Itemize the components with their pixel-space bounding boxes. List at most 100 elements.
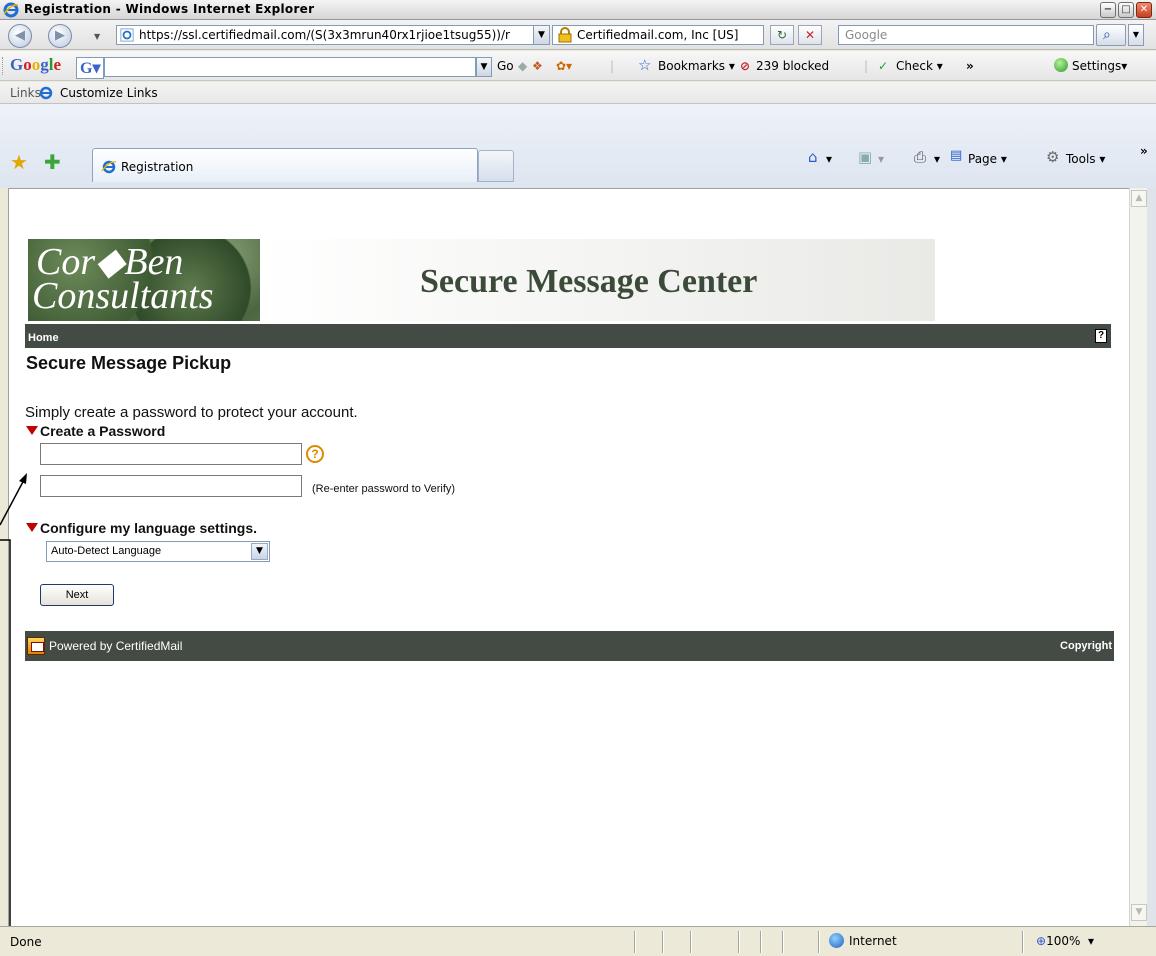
more-tools-chevron-icon[interactable]: » — [966, 59, 974, 73]
popup-blocker-icon: ⊘ — [740, 59, 751, 73]
check-menu[interactable]: Check ▾ — [896, 59, 943, 73]
collapse-triangle-icon — [26, 523, 38, 532]
print-icon[interactable]: ⎙ — [914, 148, 926, 166]
powered-by-text[interactable]: Powered by CertifiedMail — [49, 639, 182, 653]
page-title: Secure Message Pickup — [26, 353, 232, 373]
bookmark-star-icon[interactable]: ☆ — [638, 56, 651, 74]
favorites-star-icon[interactable]: ★ — [10, 150, 28, 174]
status-bar: Done Internet ⊕100% ▾ — [0, 926, 1156, 956]
security-report[interactable]: Certifiedmail.com, Inc [US] — [552, 25, 764, 45]
google-search-dropdown-icon[interactable]: ▼ — [476, 57, 492, 77]
vertical-scrollbar[interactable]: ▲ ▼ — [1129, 188, 1147, 926]
page-ie-icon — [120, 28, 134, 42]
add-favorite-icon[interactable]: ✚ — [44, 150, 61, 174]
scroll-down-icon[interactable]: ▼ — [1131, 904, 1147, 921]
password-help-icon[interactable]: ? — [306, 445, 324, 463]
google-g-menu[interactable]: G▾ — [76, 57, 105, 79]
home-dropdown-icon[interactable]: ▾ — [826, 152, 832, 166]
close-button[interactable]: ✕ — [1136, 2, 1152, 18]
address-dropdown-icon[interactable]: ▼ — [533, 26, 549, 44]
search-input[interactable]: Google — [838, 25, 1094, 45]
language-section-label: Configure my language settings. — [40, 520, 258, 536]
next-button[interactable]: Next — [40, 584, 114, 606]
refresh-button[interactable]: ↻ — [770, 25, 794, 45]
tools-menu[interactable]: Tools ▾ — [1066, 152, 1105, 166]
links-bar: Links Customize Links — [0, 82, 1156, 104]
bookmarks-label: Bookmarks — [658, 59, 726, 73]
blocked-count[interactable]: 239 blocked — [756, 59, 829, 73]
password-section-header[interactable]: Create a Password — [26, 423, 165, 439]
minimize-icon: − — [1103, 4, 1113, 15]
nav-home-link[interactable]: Home — [28, 332, 59, 344]
google-search-input[interactable] — [104, 57, 476, 77]
zone-label: Internet — [849, 934, 897, 948]
spellcheck-icon: ✓ — [878, 59, 889, 73]
print-dropdown-icon[interactable]: ▾ — [934, 152, 940, 166]
window-title: Registration - Windows Internet Explorer — [24, 2, 315, 16]
stop-button[interactable]: ✕ — [798, 25, 822, 45]
title-bar: Registration - Windows Internet Explorer… — [0, 0, 1156, 20]
google-go-button[interactable]: Go — [497, 59, 514, 73]
status-divider — [738, 931, 740, 953]
security-zone[interactable]: Internet — [829, 933, 897, 948]
zoom-control[interactable]: ⊕100% ▾ — [1036, 934, 1094, 948]
collapse-triangle-icon — [26, 426, 38, 435]
toolbar-grip[interactable] — [2, 57, 4, 75]
settings-menu[interactable]: Settings▾ — [1072, 59, 1127, 73]
language-select-value: Auto-Detect Language — [51, 545, 162, 557]
popup-icon[interactable]: ✿▾ — [556, 59, 572, 73]
feeds-icon[interactable]: ▣ — [858, 148, 872, 166]
help-icon[interactable]: ? — [1095, 329, 1107, 343]
home-icon[interactable]: ⌂ — [808, 148, 818, 166]
logo-text-line2: Consultants — [32, 275, 214, 317]
globe-icon — [829, 933, 844, 948]
window-frame-right — [1147, 188, 1156, 926]
forward-button[interactable]: ▶ — [48, 24, 72, 48]
search-options-dropdown-icon[interactable]: ▼ — [1128, 24, 1144, 46]
back-arrow-icon: ◀ — [15, 28, 25, 43]
minimize-button[interactable]: − — [1100, 2, 1116, 18]
language-select[interactable]: Auto-Detect Language ▼ — [46, 541, 270, 562]
stop-icon: ✕ — [804, 28, 816, 42]
url-text[interactable]: https://ssl.certifiedmail.com/(S(3x3mrun… — [139, 28, 527, 42]
tab-registration[interactable]: Registration — [92, 148, 478, 182]
password-field[interactable] — [40, 443, 302, 465]
maximize-button[interactable]: □ — [1118, 2, 1134, 18]
bookmarks-menu[interactable]: Bookmarks ▾ — [658, 59, 735, 73]
search-icon: ⌕ — [1103, 27, 1111, 43]
page-footer: Powered by CertifiedMail Copyright — [25, 631, 1114, 661]
site-title: Secure Message Center — [420, 263, 758, 300]
chevron-down-icon[interactable]: ▼ — [251, 543, 268, 560]
page-menu[interactable]: Page ▾ — [968, 152, 1007, 166]
separator-icon: | — [864, 59, 869, 73]
feeds-dropdown-icon[interactable]: ▾ — [878, 152, 884, 166]
page-content: Cor◆Ben Consultants Secure Message Cente… — [8, 188, 1129, 926]
google-logo[interactable]: Google — [10, 55, 61, 75]
refresh-icon: ↻ — [776, 28, 788, 42]
tab-bar: ★ ✚ Registration ⌂ ▾ ▣ ▾ ⎙ ▾ ▤ Page ▾ ⚙ … — [0, 104, 1156, 188]
lock-icon — [558, 27, 572, 43]
command-bar-chevron-icon[interactable]: » — [1140, 144, 1148, 158]
customize-links-link[interactable]: Customize Links — [60, 86, 158, 100]
tab-label: Registration — [121, 160, 194, 174]
verify-note: (Re-enter password to Verify) — [312, 483, 456, 495]
pagerank-icon[interactable]: ❖ — [532, 59, 543, 73]
copyright-link[interactable]: Copyright — [1060, 640, 1112, 652]
security-label: Certifiedmail.com, Inc [US] — [577, 28, 739, 42]
window-controls: − □ ✕ — [1100, 2, 1152, 18]
recent-pages-dropdown-icon[interactable]: ▼ — [94, 32, 100, 41]
scroll-up-icon[interactable]: ▲ — [1131, 190, 1147, 207]
language-section-header[interactable]: Configure my language settings. — [26, 520, 257, 536]
zoom-level: 100% — [1046, 934, 1081, 948]
search-button[interactable]: ⌕ — [1096, 24, 1126, 46]
separator-icon: ◆ — [518, 59, 528, 73]
password-verify-field[interactable] — [40, 475, 302, 497]
address-bar[interactable]: https://ssl.certifiedmail.com/(S(3x3mrun… — [116, 25, 550, 45]
google-toolbar: Google G▾ ▼ Go ◆ ❖ ✿▾ | ☆ Bookmarks ▾ ⊘ … — [0, 51, 1156, 81]
new-tab-button[interactable] — [478, 150, 514, 182]
ie-tab-icon — [101, 160, 117, 174]
gear-icon: ⚙ — [1046, 148, 1060, 166]
back-button[interactable]: ◀ — [8, 24, 32, 48]
status-divider — [634, 931, 636, 953]
close-icon: ✕ — [1139, 4, 1149, 15]
